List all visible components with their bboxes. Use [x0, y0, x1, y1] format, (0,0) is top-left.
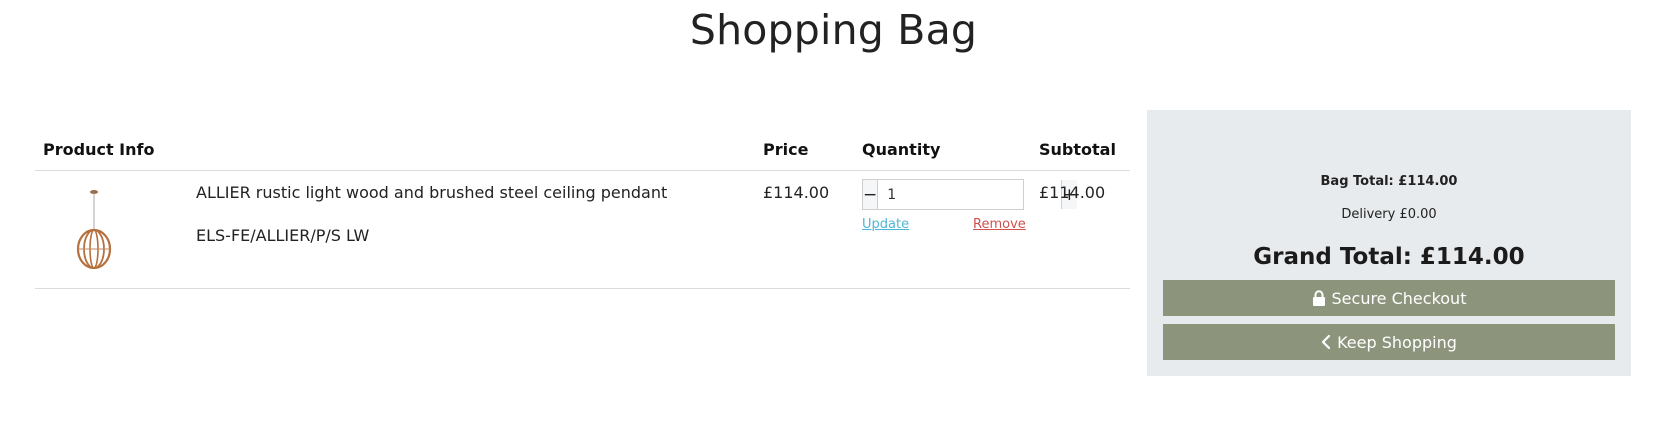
delivery-cost: Delivery £0.00 [1341, 207, 1437, 222]
header-subtotal: Subtotal [1039, 140, 1116, 159]
update-link[interactable]: Update [862, 217, 909, 232]
keep-shopping-button[interactable]: Keep Shopping [1163, 324, 1615, 360]
quantity-stepper: − + [862, 179, 1077, 210]
header-price: Price [763, 140, 809, 159]
keep-shopping-label: Keep Shopping [1337, 332, 1457, 352]
bag-total: Bag Total: £114.00 [1320, 174, 1458, 189]
page-title: Shopping Bag [689, 6, 978, 54]
secure-checkout-button[interactable]: Secure Checkout [1163, 280, 1615, 316]
product-price: £114.00 [763, 183, 830, 202]
header-product-info: Product Info [43, 140, 155, 159]
product-subtotal: £114.00 [1039, 183, 1106, 202]
table-header: Product Info Price Quantity Subtotal [35, 130, 1130, 171]
remove-link[interactable]: Remove [973, 217, 1026, 232]
table-row: ALLIER rustic light wood and brushed ste… [35, 171, 1130, 289]
chevron-left-icon [1321, 334, 1331, 350]
decrease-quantity-button[interactable]: − [863, 180, 879, 209]
lock-icon [1312, 290, 1326, 306]
secure-checkout-label: Secure Checkout [1331, 288, 1467, 308]
order-summary-panel: Bag Total: £114.00 Delivery £0.00 Grand … [1147, 110, 1631, 376]
header-quantity: Quantity [862, 140, 941, 159]
quantity-input[interactable] [878, 180, 1062, 209]
grand-total: Grand Total: £114.00 [1253, 244, 1525, 270]
product-sku: ELS-FE/ALLIER/P/S LW [196, 226, 370, 245]
product-name[interactable]: ALLIER rustic light wood and brushed ste… [196, 183, 667, 202]
product-image[interactable] [73, 189, 115, 270]
bag-table: Product Info Price Quantity Subtotal ALL… [35, 130, 1130, 289]
